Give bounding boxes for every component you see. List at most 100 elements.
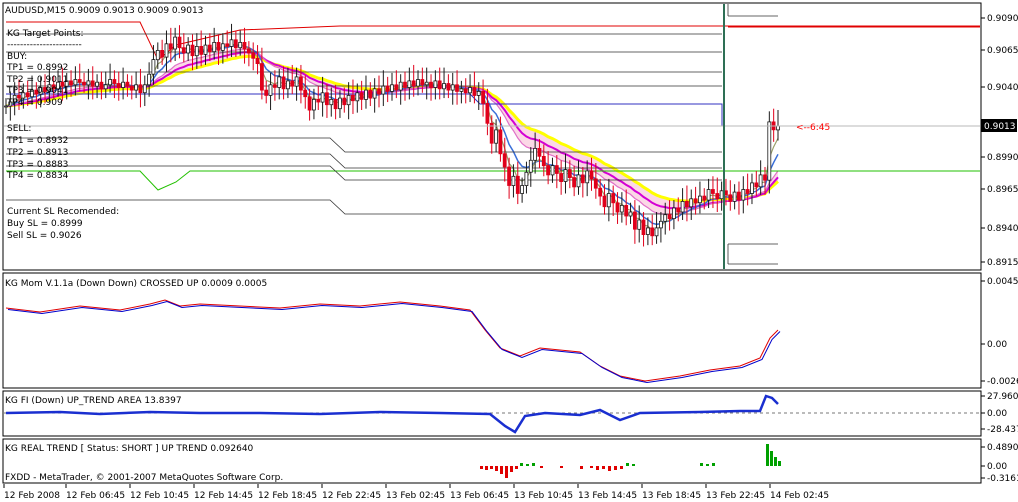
candle-bull: [142, 84, 147, 94]
target-note-text: -----------------------: [7, 40, 82, 50]
candle-bear: [580, 174, 585, 184]
target-note-text: Current SL Recomended:: [7, 207, 119, 217]
time-tick-label: 13 Feb 06:45: [450, 491, 509, 501]
candle-bear: [99, 81, 104, 90]
candle-bear: [242, 42, 247, 50]
chart-root: AUDUSD,M15 0.9009 0.9013 0.9009 0.9013 K…: [2, 2, 1018, 501]
candle-bull: [459, 88, 464, 92]
candle-bull: [212, 42, 217, 53]
candle-bear: [429, 81, 433, 88]
candle-bear: [116, 83, 121, 88]
candle-bear: [593, 178, 598, 189]
price-tick-label: 0.8990: [987, 153, 1018, 163]
candle-bear: [624, 204, 629, 217]
mom-panel: KG Mom V.1.1a (Down Down) CROSSED UP 0.0…: [2, 272, 1018, 389]
trend-bar: [620, 466, 623, 469]
candle-bull: [606, 193, 611, 208]
target-note-text: KG Target Points:: [7, 29, 84, 39]
candle-bull: [372, 88, 377, 99]
candle-bull: [337, 97, 342, 110]
main-header-text: AUDUSD,M15 0.9009 0.9013 0.9009 0.9013: [5, 6, 203, 16]
candle-bear: [667, 214, 672, 220]
candle-bull: [732, 191, 737, 202]
target-note-text: SELL:: [7, 124, 31, 134]
candle-bull: [416, 79, 420, 87]
target-note-text: BUY:: [7, 52, 27, 62]
candle-bull: [654, 227, 659, 237]
trend-bar: [495, 466, 498, 471]
trend-bar: [580, 466, 583, 469]
rt-panel: KG REAL TREND [ Status: SHORT ] UP TREND…: [2, 438, 1018, 484]
candle-bull: [277, 76, 282, 88]
candle-bear: [199, 46, 204, 55]
rt-tick-label: 0.00: [987, 462, 1007, 472]
rt-tick-label: -0.31613: [987, 474, 1018, 484]
candle-bull: [173, 36, 178, 50]
trend-bar: [520, 463, 523, 466]
candle-bull: [433, 80, 438, 88]
candle-bear: [420, 79, 425, 86]
price-tick-label: 0.9040: [987, 83, 1018, 93]
target-note-text: TP2 = 0.8913: [6, 148, 68, 158]
candle-bear: [316, 99, 321, 103]
mom-plot-area: [2, 272, 982, 389]
candle-bear: [685, 200, 689, 208]
trend-bar: [602, 466, 605, 469]
trend-bar: [510, 466, 513, 472]
candle-bear: [455, 84, 459, 92]
trend-bar: [515, 466, 518, 469]
time-tick-label: 13 Feb 10:45: [514, 491, 573, 501]
candle-bear: [377, 88, 381, 95]
candle-bull: [719, 190, 724, 200]
candle-bull: [285, 80, 290, 90]
candle-bull: [520, 185, 524, 194]
candle-bear: [515, 175, 520, 194]
candle-bull: [767, 121, 772, 181]
candle-bear: [281, 76, 286, 90]
fi-tick-label: -28.4371: [987, 425, 1018, 435]
candle-bull: [407, 80, 412, 88]
candle-bear: [129, 85, 134, 91]
candle-bear: [446, 83, 451, 91]
target-note-text: Buy SL = 0.8999: [7, 219, 83, 229]
mom-tick-label: 0.0045: [987, 277, 1018, 287]
candle-bear: [307, 96, 312, 111]
trend-bar: [485, 466, 488, 470]
candle-bear: [359, 92, 364, 100]
trend-bar: [596, 466, 599, 470]
candle-bull: [628, 211, 633, 217]
candle-bear: [485, 103, 490, 124]
candle-bull: [680, 200, 685, 213]
candle-bull: [329, 99, 334, 106]
candle-bull: [186, 44, 191, 54]
candle-bull: [663, 214, 668, 222]
candle-bull: [706, 189, 711, 201]
candle-bull: [750, 182, 754, 194]
candle-bear: [572, 177, 576, 188]
candle-bear: [702, 195, 707, 201]
candle-bear: [168, 43, 173, 50]
trend-bar: [774, 457, 777, 466]
mom-axis: 0.0045 0.00 -0.0026: [981, 277, 1018, 387]
candle-bear: [333, 99, 338, 110]
candle-bear: [264, 89, 269, 96]
candle-bull: [238, 42, 243, 49]
price-tick-label: 0.8965: [987, 185, 1018, 195]
time-tick-label: 12 Feb 10:45: [130, 491, 189, 501]
candle-bear: [298, 76, 303, 91]
trend-bar: [590, 466, 593, 468]
candle-bull: [494, 129, 499, 144]
trend-bar: [532, 463, 535, 466]
candle-bear: [650, 227, 655, 237]
candle-bear: [537, 147, 542, 157]
candle-bull: [576, 174, 581, 188]
candle-bear: [437, 80, 442, 90]
candle-bull: [194, 46, 199, 57]
candle-bear: [112, 79, 117, 84]
candle-bull: [311, 99, 316, 111]
candle-bear: [754, 182, 759, 188]
candle-bull: [364, 89, 368, 100]
candle-bear: [69, 80, 73, 86]
candle-bear: [481, 91, 486, 104]
candle-bear: [177, 36, 182, 49]
